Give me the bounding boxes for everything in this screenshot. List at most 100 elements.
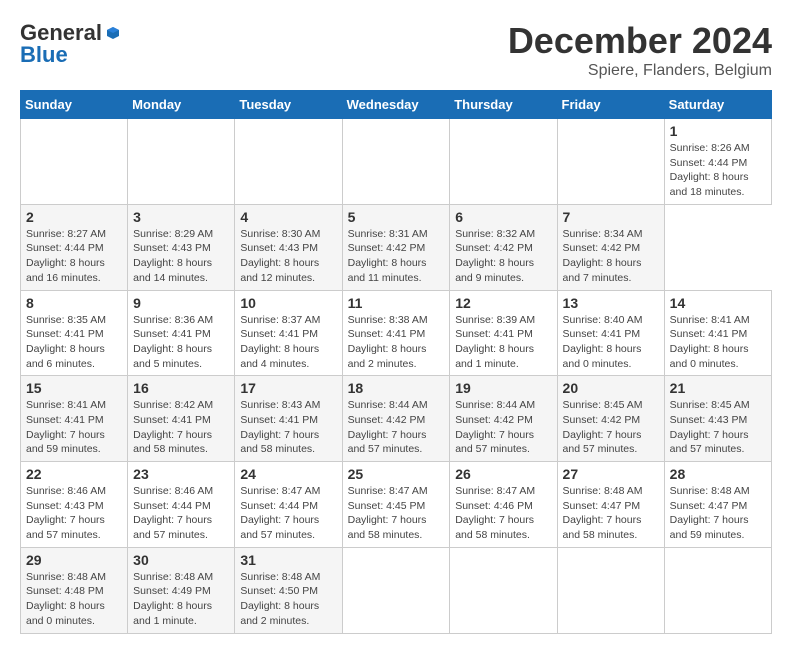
day-info: Sunrise: 8:31 AM Sunset: 4:42 PM Dayligh… — [348, 227, 445, 286]
sunrise-text: Sunrise: 8:39 AM — [455, 314, 535, 326]
sunset-text: Sunset: 4:43 PM — [670, 414, 748, 426]
calendar-week-row: 15 Sunrise: 8:41 AM Sunset: 4:41 PM Dayl… — [21, 376, 772, 462]
sunset-text: Sunset: 4:43 PM — [240, 242, 318, 254]
calendar-cell — [342, 119, 450, 205]
day-number: 14 — [670, 295, 766, 311]
sunset-text: Sunset: 4:43 PM — [133, 242, 211, 254]
sunset-text: Sunset: 4:42 PM — [563, 414, 641, 426]
day-number: 15 — [26, 380, 122, 396]
day-info: Sunrise: 8:48 AM Sunset: 4:47 PM Dayligh… — [563, 484, 659, 543]
sunrise-text: Sunrise: 8:46 AM — [26, 485, 106, 497]
sunset-text: Sunset: 4:49 PM — [133, 585, 211, 597]
day-number: 26 — [455, 466, 551, 482]
daylight-text: Daylight: 7 hours and 58 minutes. — [348, 514, 427, 541]
day-number: 7 — [563, 209, 659, 225]
calendar-cell: 17 Sunrise: 8:43 AM Sunset: 4:41 PM Dayl… — [235, 376, 342, 462]
calendar-cell: 26 Sunrise: 8:47 AM Sunset: 4:46 PM Dayl… — [450, 462, 557, 548]
page-header: General Blue December 2024 Spiere, Fland… — [20, 20, 772, 80]
calendar-cell — [342, 547, 450, 633]
day-info: Sunrise: 8:37 AM Sunset: 4:41 PM Dayligh… — [240, 313, 336, 372]
sunset-text: Sunset: 4:42 PM — [348, 242, 426, 254]
daylight-text: Daylight: 7 hours and 58 minutes. — [455, 514, 534, 541]
sunset-text: Sunset: 4:41 PM — [563, 328, 641, 340]
day-info: Sunrise: 8:47 AM Sunset: 4:45 PM Dayligh… — [348, 484, 445, 543]
sunrise-text: Sunrise: 8:48 AM — [133, 571, 213, 583]
calendar-cell: 10 Sunrise: 8:37 AM Sunset: 4:41 PM Dayl… — [235, 290, 342, 376]
month-year-title: December 2024 — [508, 20, 772, 62]
sunrise-text: Sunrise: 8:34 AM — [563, 228, 643, 240]
sunset-text: Sunset: 4:44 PM — [670, 157, 748, 169]
sunset-text: Sunset: 4:41 PM — [133, 414, 211, 426]
sunset-text: Sunset: 4:47 PM — [670, 500, 748, 512]
day-info: Sunrise: 8:27 AM Sunset: 4:44 PM Dayligh… — [26, 227, 122, 286]
daylight-text: Daylight: 7 hours and 57 minutes. — [240, 514, 319, 541]
day-info: Sunrise: 8:43 AM Sunset: 4:41 PM Dayligh… — [240, 398, 336, 457]
sunset-text: Sunset: 4:42 PM — [348, 414, 426, 426]
daylight-text: Daylight: 7 hours and 57 minutes. — [26, 514, 105, 541]
sunset-text: Sunset: 4:41 PM — [455, 328, 533, 340]
calendar-week-row: 1 Sunrise: 8:26 AM Sunset: 4:44 PM Dayli… — [21, 119, 772, 205]
sunrise-text: Sunrise: 8:44 AM — [455, 399, 535, 411]
calendar-header: SundayMondayTuesdayWednesdayThursdayFrid… — [21, 91, 772, 119]
sunset-text: Sunset: 4:42 PM — [563, 242, 641, 254]
day-of-week-header: Tuesday — [235, 91, 342, 119]
day-of-week-header: Wednesday — [342, 91, 450, 119]
calendar-cell: 20 Sunrise: 8:45 AM Sunset: 4:42 PM Dayl… — [557, 376, 664, 462]
calendar-cell — [557, 547, 664, 633]
sunset-text: Sunset: 4:41 PM — [348, 328, 426, 340]
sunrise-text: Sunrise: 8:45 AM — [563, 399, 643, 411]
daylight-text: Daylight: 7 hours and 57 minutes. — [133, 514, 212, 541]
daylight-text: Daylight: 7 hours and 57 minutes. — [563, 429, 642, 456]
daylight-text: Daylight: 8 hours and 0 minutes. — [670, 343, 749, 370]
day-number: 8 — [26, 295, 122, 311]
day-number: 22 — [26, 466, 122, 482]
day-of-week-header: Thursday — [450, 91, 557, 119]
logo-blue-text: Blue — [20, 42, 68, 68]
calendar-cell: 27 Sunrise: 8:48 AM Sunset: 4:47 PM Dayl… — [557, 462, 664, 548]
day-info: Sunrise: 8:48 AM Sunset: 4:49 PM Dayligh… — [133, 570, 229, 629]
day-info: Sunrise: 8:39 AM Sunset: 4:41 PM Dayligh… — [455, 313, 551, 372]
day-info: Sunrise: 8:40 AM Sunset: 4:41 PM Dayligh… — [563, 313, 659, 372]
sunrise-text: Sunrise: 8:43 AM — [240, 399, 320, 411]
day-number: 4 — [240, 209, 336, 225]
day-info: Sunrise: 8:34 AM Sunset: 4:42 PM Dayligh… — [563, 227, 659, 286]
day-number: 16 — [133, 380, 229, 396]
calendar-week-row: 8 Sunrise: 8:35 AM Sunset: 4:41 PM Dayli… — [21, 290, 772, 376]
sunrise-text: Sunrise: 8:29 AM — [133, 228, 213, 240]
daylight-text: Daylight: 7 hours and 58 minutes. — [240, 429, 319, 456]
calendar-cell: 1 Sunrise: 8:26 AM Sunset: 4:44 PM Dayli… — [664, 119, 771, 205]
sunrise-text: Sunrise: 8:48 AM — [26, 571, 106, 583]
daylight-text: Daylight: 7 hours and 59 minutes. — [26, 429, 105, 456]
day-number: 28 — [670, 466, 766, 482]
day-info: Sunrise: 8:41 AM Sunset: 4:41 PM Dayligh… — [26, 398, 122, 457]
sunset-text: Sunset: 4:50 PM — [240, 585, 318, 597]
day-number: 30 — [133, 552, 229, 568]
day-number: 10 — [240, 295, 336, 311]
calendar-cell: 3 Sunrise: 8:29 AM Sunset: 4:43 PM Dayli… — [128, 204, 235, 290]
day-number: 18 — [348, 380, 445, 396]
calendar-cell: 19 Sunrise: 8:44 AM Sunset: 4:42 PM Dayl… — [450, 376, 557, 462]
sunset-text: Sunset: 4:46 PM — [455, 500, 533, 512]
daylight-text: Daylight: 8 hours and 2 minutes. — [348, 343, 427, 370]
sunset-text: Sunset: 4:41 PM — [26, 328, 104, 340]
calendar-cell — [235, 119, 342, 205]
day-of-week-header: Saturday — [664, 91, 771, 119]
sunrise-text: Sunrise: 8:47 AM — [455, 485, 535, 497]
calendar-cell: 9 Sunrise: 8:36 AM Sunset: 4:41 PM Dayli… — [128, 290, 235, 376]
calendar-week-row: 2 Sunrise: 8:27 AM Sunset: 4:44 PM Dayli… — [21, 204, 772, 290]
day-info: Sunrise: 8:45 AM Sunset: 4:42 PM Dayligh… — [563, 398, 659, 457]
logo: General Blue — [20, 20, 122, 68]
calendar-cell: 31 Sunrise: 8:48 AM Sunset: 4:50 PM Dayl… — [235, 547, 342, 633]
sunrise-text: Sunrise: 8:32 AM — [455, 228, 535, 240]
day-info: Sunrise: 8:48 AM Sunset: 4:47 PM Dayligh… — [670, 484, 766, 543]
sunset-text: Sunset: 4:42 PM — [455, 414, 533, 426]
calendar-cell — [664, 547, 771, 633]
day-number: 3 — [133, 209, 229, 225]
day-number: 17 — [240, 380, 336, 396]
sunset-text: Sunset: 4:44 PM — [26, 242, 104, 254]
day-number: 23 — [133, 466, 229, 482]
day-info: Sunrise: 8:45 AM Sunset: 4:43 PM Dayligh… — [670, 398, 766, 457]
day-info: Sunrise: 8:38 AM Sunset: 4:41 PM Dayligh… — [348, 313, 445, 372]
sunrise-text: Sunrise: 8:35 AM — [26, 314, 106, 326]
calendar-cell: 30 Sunrise: 8:48 AM Sunset: 4:49 PM Dayl… — [128, 547, 235, 633]
